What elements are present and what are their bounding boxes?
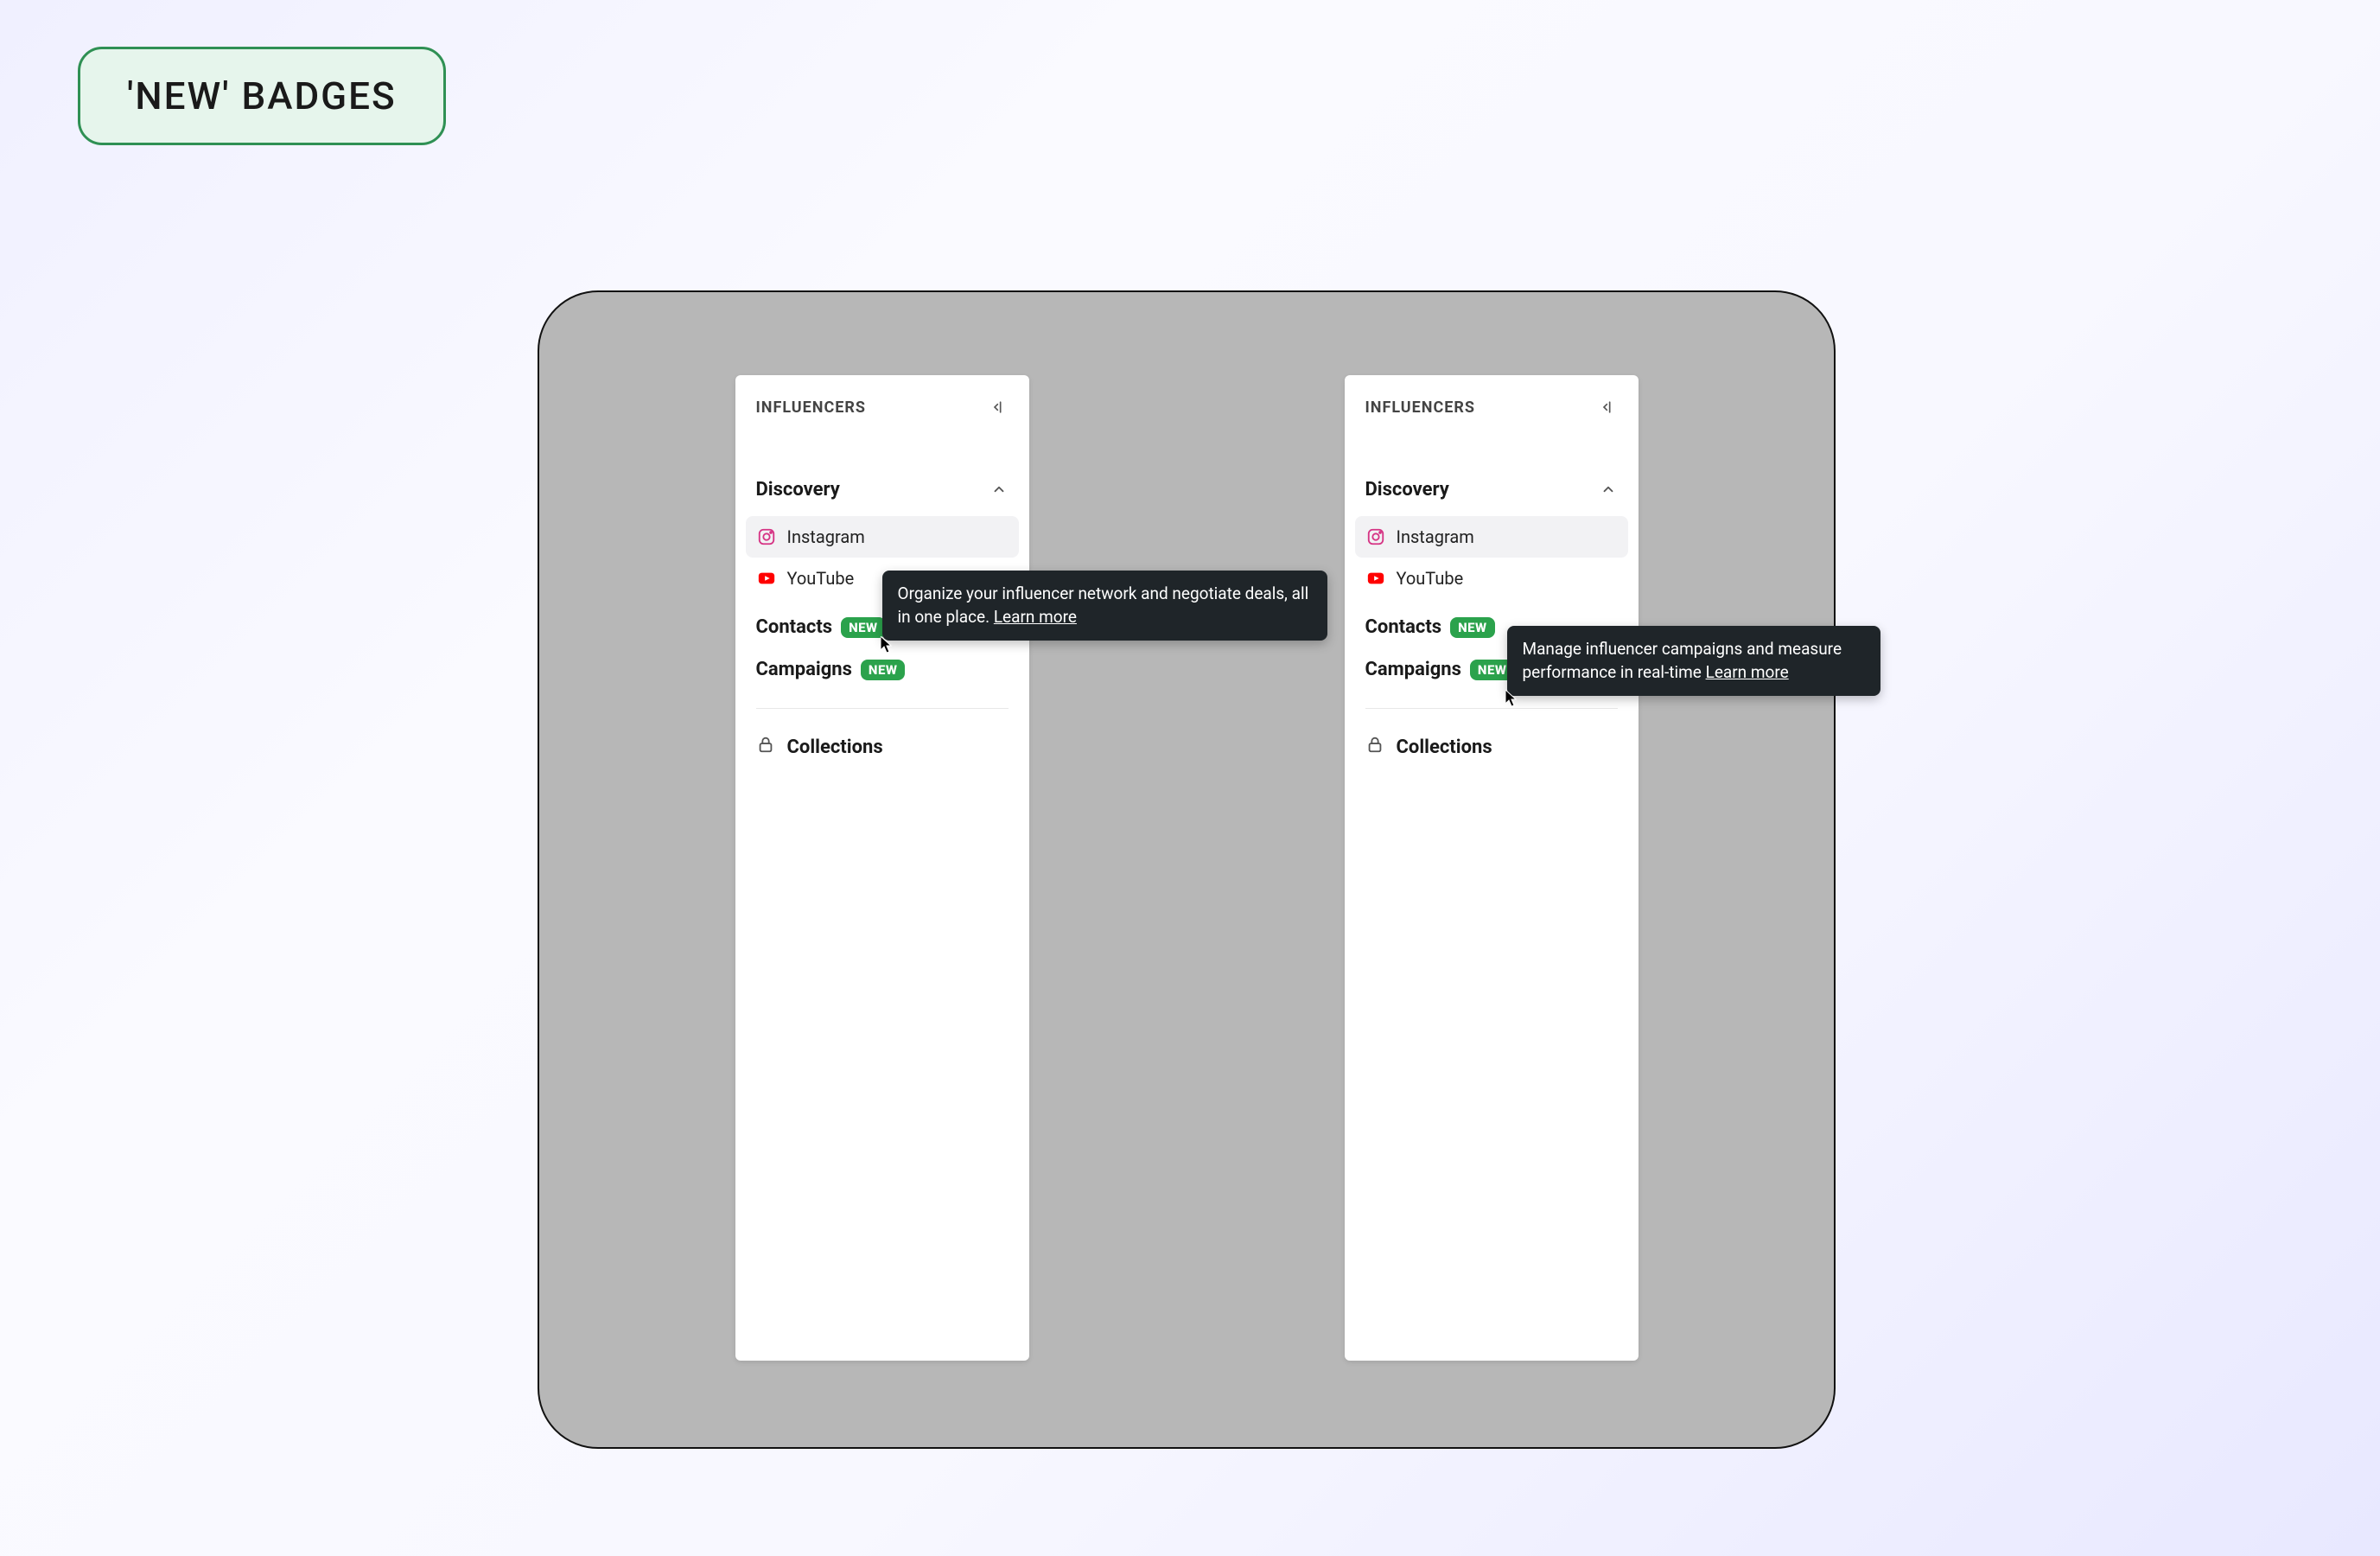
sidebar-right: INFLUENCERS Discovery	[1345, 375, 1639, 1361]
sidebar-item-label: Campaigns	[756, 659, 852, 680]
section-discovery-label: Discovery	[1365, 479, 1449, 501]
tooltip-contacts: Organize your influencer network and neg…	[882, 571, 1327, 641]
collapse-sidebar-icon[interactable]	[1599, 398, 1618, 417]
sidebar-item-label: YouTube	[787, 568, 855, 589]
collapse-sidebar-icon[interactable]	[990, 398, 1009, 417]
lock-icon	[1365, 735, 1384, 759]
title-badge-text: 'NEW' BADGES	[127, 73, 397, 118]
sidebar-left: INFLUENCERS Discovery	[735, 375, 1029, 1361]
sidebar-header: INFLUENCERS	[1345, 375, 1639, 436]
tooltip-campaigns: Manage influencer campaigns and measure …	[1507, 626, 1880, 696]
sidebar-header: INFLUENCERS	[735, 375, 1029, 436]
instagram-icon	[1365, 526, 1386, 547]
youtube-icon	[756, 568, 777, 589]
chevron-up-icon	[991, 481, 1009, 499]
sidebar-item-collections[interactable]: Collections	[1345, 709, 1639, 769]
sidebar-item-label: YouTube	[1397, 568, 1464, 589]
sidebar-item-label: Contacts	[756, 616, 833, 638]
tooltip-text: Organize your influencer network and neg…	[898, 584, 1309, 627]
sidebar-item-label: Campaigns	[1365, 659, 1461, 680]
section-discovery[interactable]: Discovery	[735, 470, 1029, 509]
title-badge: 'NEW' BADGES	[78, 47, 446, 145]
sidebar-item-youtube[interactable]: YouTube	[1355, 558, 1628, 599]
example-frame: INFLUENCERS Discovery	[538, 290, 1836, 1449]
tooltip-learn-more-link[interactable]: Learn more	[1706, 662, 1789, 682]
section-discovery[interactable]: Discovery	[1345, 470, 1639, 509]
sidebar-item-label: Collections	[787, 737, 883, 758]
youtube-icon	[1365, 568, 1386, 589]
new-badge: NEW	[1450, 617, 1495, 638]
new-badge: NEW	[861, 660, 906, 680]
discovery-nav-list: Instagram YouTube	[1345, 509, 1639, 599]
sidebar-item-collections[interactable]: Collections	[735, 709, 1029, 769]
cursor-icon	[881, 636, 896, 657]
sidebar-item-instagram[interactable]: Instagram	[1355, 516, 1628, 558]
cursor-icon	[1505, 690, 1521, 711]
sidebar-title: INFLUENCERS	[1365, 399, 1476, 417]
sidebar-title: INFLUENCERS	[756, 399, 867, 417]
sidebar-item-label: Instagram	[1397, 526, 1474, 547]
chevron-up-icon	[1600, 481, 1618, 499]
section-discovery-label: Discovery	[756, 479, 840, 501]
lock-icon	[756, 735, 775, 759]
new-badge: NEW	[841, 617, 886, 638]
tooltip-text: Manage influencer campaigns and measure …	[1523, 639, 1842, 682]
sidebar-item-instagram[interactable]: Instagram	[746, 516, 1019, 558]
sidebar-item-label: Collections	[1397, 737, 1492, 758]
instagram-icon	[756, 526, 777, 547]
tooltip-learn-more-link[interactable]: Learn more	[994, 607, 1077, 627]
sidebar-item-label: Instagram	[787, 526, 865, 547]
sidebar-item-label: Contacts	[1365, 616, 1442, 638]
